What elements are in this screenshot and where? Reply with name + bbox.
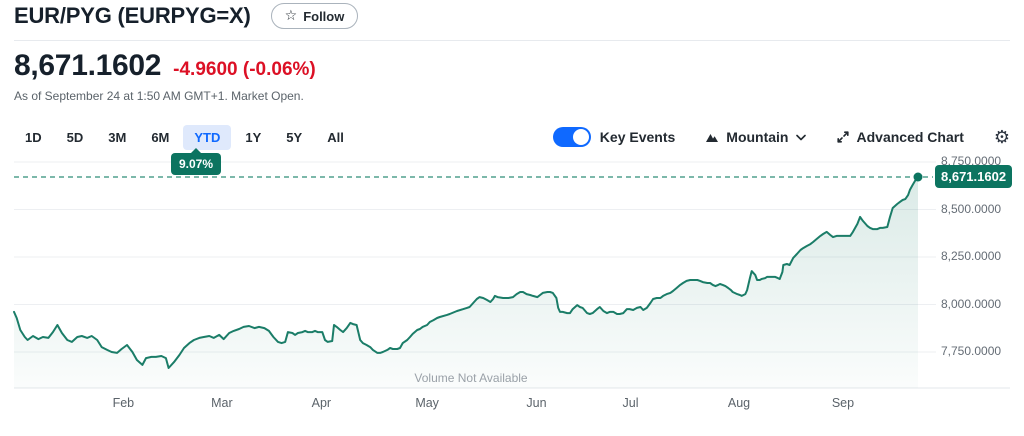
chart-controls: Key Events Mountain Advanced Cha <box>553 127 1010 147</box>
x-axis-label: Mar <box>200 396 244 410</box>
quote-summary: 8,671.1602 -4.9600 (-0.06%) <box>14 49 316 83</box>
y-axis-label: 7,750.0000 <box>941 344 1001 358</box>
x-axis-label: Jun <box>515 396 559 410</box>
key-events-label: Key Events <box>600 129 675 145</box>
badge-pointer <box>190 148 202 154</box>
range-tab-3m[interactable]: 3M <box>97 125 137 150</box>
mountain-icon <box>705 131 719 143</box>
change-percent: (-0.06%) <box>243 59 316 80</box>
range-tab-6m[interactable]: 6M <box>140 125 180 150</box>
star-icon: ☆ <box>285 8 298 22</box>
range-tab-1y[interactable]: 1Y <box>234 125 272 150</box>
range-tab-5d[interactable]: 5D <box>56 125 95 150</box>
x-axis-label: Apr <box>299 396 343 410</box>
advanced-chart-button[interactable]: Advanced Chart <box>836 129 964 145</box>
expand-icon <box>836 130 850 144</box>
quote-page: 8,750.00008,500.00008,250.00008,000.0000… <box>0 0 1024 436</box>
ytd-change-value: 9.07% <box>179 157 213 171</box>
y-axis-label: 8,500.0000 <box>941 202 1001 216</box>
x-axis-label: Jul <box>609 396 653 410</box>
chevron-down-icon <box>796 134 806 141</box>
ytd-change-badge: 9.07% <box>171 153 221 175</box>
settings-gear-icon[interactable]: ⚙ <box>994 128 1010 146</box>
x-axis-label: Feb <box>101 396 145 410</box>
range-tab-1d[interactable]: 1D <box>14 125 53 150</box>
toggle-knob <box>573 129 589 145</box>
chart-type-label: Mountain <box>726 129 788 145</box>
current-price-tag: 8,671.1602 <box>935 165 1012 188</box>
range-tab-all[interactable]: All <box>316 125 355 150</box>
x-axis-label: Sep <box>821 396 865 410</box>
as-of-text: As of September 24 at 1:50 AM GMT+1. Mar… <box>14 89 304 103</box>
follow-button[interactable]: ☆ Follow <box>271 3 359 29</box>
chart-controls-row: 1D5D3M6MYTD1Y5YAll Key Events Mountain <box>14 124 1010 150</box>
volume-note: Volume Not Available <box>398 371 544 385</box>
key-events-control: Key Events <box>553 127 675 147</box>
x-axis-label: May <box>405 396 449 410</box>
follow-label: Follow <box>303 9 344 24</box>
range-tab-ytd[interactable]: YTD <box>183 125 231 150</box>
header: EUR/PYG (EURPYG=X) ☆ Follow <box>14 3 358 29</box>
y-axis-label: 8,000.0000 <box>941 297 1001 311</box>
price-change: -4.9600 (-0.06%) <box>173 59 316 81</box>
range-tabs: 1D5D3M6MYTD1Y5YAll <box>14 125 355 150</box>
y-axis-label: 8,250.0000 <box>941 249 1001 263</box>
advanced-chart-label: Advanced Chart <box>857 129 964 145</box>
key-events-toggle[interactable] <box>553 127 591 147</box>
range-tab-5y[interactable]: 5Y <box>275 125 313 150</box>
x-axis-label: Aug <box>717 396 761 410</box>
current-price: 8,671.1602 <box>14 49 161 83</box>
page-title: EUR/PYG (EURPYG=X) <box>14 3 251 29</box>
chart-type-dropdown[interactable]: Mountain <box>705 129 805 145</box>
change-value: -4.9600 <box>173 59 237 80</box>
header-divider <box>14 40 1010 41</box>
